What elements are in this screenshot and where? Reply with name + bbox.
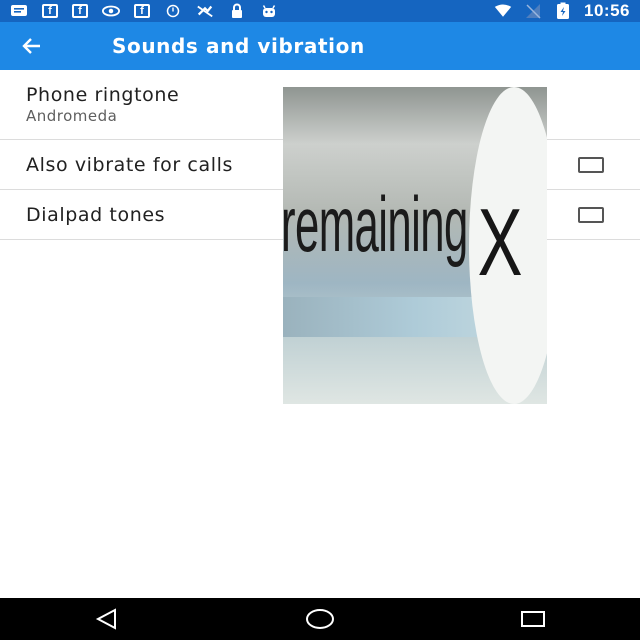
page-title: Sounds and vibration — [112, 34, 365, 58]
no-sim-icon — [196, 3, 214, 19]
notification-icons: f f f — [10, 3, 278, 19]
vibrate-checkbox[interactable] — [578, 156, 604, 173]
recents-square-icon — [520, 611, 545, 627]
battery-charging-icon — [554, 2, 572, 19]
ad-text: remaining — [283, 180, 468, 268]
nav-home-button[interactable] — [213, 598, 426, 640]
back-button[interactable] — [0, 22, 64, 70]
ad-close-button[interactable]: X — [469, 87, 547, 404]
facebook-icon: f — [72, 4, 88, 18]
back-triangle-icon — [95, 608, 116, 630]
status-bar: f f f 10:56 — [0, 0, 640, 22]
app-bar: Sounds and vibration — [0, 22, 640, 70]
arrow-back-icon — [22, 38, 40, 54]
close-icon: X — [477, 188, 523, 296]
dialpad-checkbox[interactable] — [578, 206, 604, 223]
nav-back-button[interactable] — [0, 598, 213, 640]
signal-icon — [524, 3, 542, 19]
alarm-icon — [164, 3, 182, 19]
android-icon — [260, 3, 278, 19]
navigation-bar — [0, 598, 640, 640]
eye-icon — [102, 3, 120, 19]
facebook-icon: f — [134, 4, 150, 18]
home-circle-icon — [305, 609, 334, 629]
setting-title: Dialpad tones — [26, 203, 166, 226]
setting-title: Also vibrate for calls — [26, 153, 233, 176]
nav-recents-button[interactable] — [426, 598, 639, 640]
wifi-icon — [494, 3, 512, 19]
lock-icon — [228, 3, 246, 19]
system-icons: 10:56 — [494, 1, 630, 21]
message-icon — [10, 3, 28, 19]
ad-overlay[interactable]: remaining X — [283, 87, 547, 404]
clock-time: 10:56 — [584, 1, 630, 20]
facebook-icon: f — [42, 4, 58, 18]
